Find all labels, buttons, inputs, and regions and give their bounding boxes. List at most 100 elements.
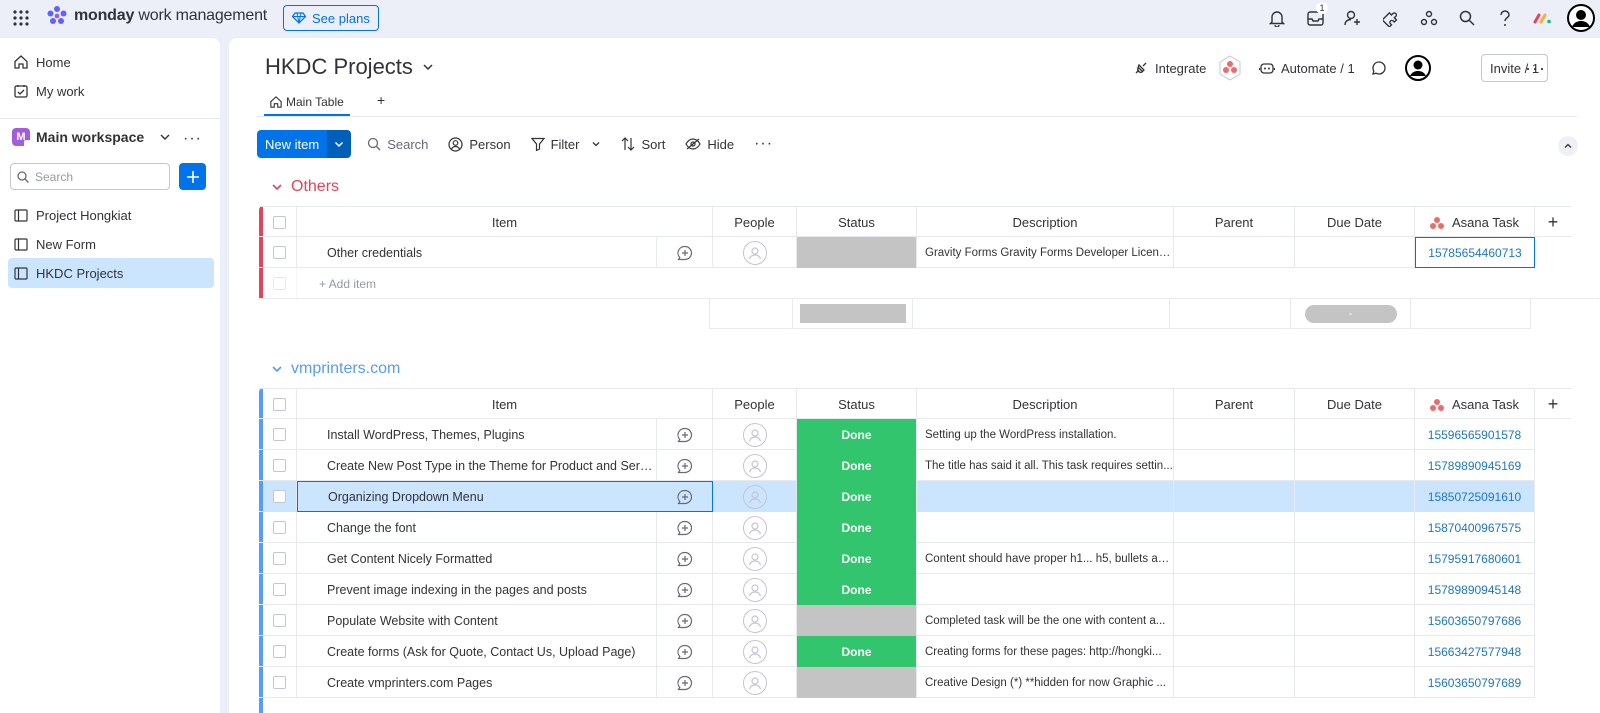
due-date-cell[interactable]	[1295, 512, 1415, 543]
status-cell[interactable]: Done	[797, 574, 917, 605]
board-title[interactable]: HKDC Projects	[265, 54, 435, 80]
profile-avatar-icon[interactable]	[1562, 0, 1600, 36]
sidebar-board-project-hongkiat[interactable]: Project Hongkiat	[8, 200, 214, 230]
people-cell[interactable]	[713, 543, 797, 574]
parent-cell[interactable]	[1174, 450, 1295, 481]
column-header-item[interactable]: Item	[297, 389, 713, 420]
parent-cell[interactable]	[1174, 512, 1295, 543]
new-item-label[interactable]: New item	[257, 130, 328, 158]
status-cell[interactable]	[797, 667, 917, 698]
parent-cell[interactable]	[1174, 419, 1295, 450]
item-cell[interactable]: Get Content Nicely Formatted	[297, 543, 657, 574]
due-date-cell[interactable]	[1295, 450, 1415, 481]
status-cell[interactable]: Done	[797, 512, 917, 543]
people-cell[interactable]	[713, 512, 797, 543]
column-header-status[interactable]: Status	[797, 207, 917, 238]
table-row[interactable]: Populate Website with Content Completed t…	[259, 605, 1535, 636]
workspace-selector[interactable]: M Main workspace	[12, 128, 172, 149]
status-cell[interactable]: Done	[797, 419, 917, 450]
add-board-button[interactable]	[179, 163, 206, 190]
new-item-button[interactable]: New item	[257, 130, 352, 158]
integrate-button[interactable]: Integrate	[1133, 54, 1244, 82]
column-header-due-date[interactable]: Due Date	[1295, 389, 1415, 420]
integrations-icon[interactable]	[1410, 0, 1448, 36]
add-update-icon[interactable]	[657, 574, 713, 605]
filter-button[interactable]: Filter	[521, 130, 612, 158]
add-update-icon[interactable]	[657, 636, 713, 667]
parent-cell[interactable]	[1174, 574, 1295, 605]
people-cell[interactable]	[713, 667, 797, 698]
due-date-cell[interactable]	[1295, 667, 1415, 698]
parent-cell[interactable]	[1174, 605, 1295, 636]
item-cell[interactable]: Install WordPress, Themes, Plugins	[297, 419, 657, 450]
description-cell[interactable]: Gravity Forms Gravity Forms Developer Li…	[917, 237, 1174, 268]
status-cell[interactable]	[797, 605, 917, 636]
table-row[interactable]: Create forms (Ask for Quote, Contact Us,…	[259, 636, 1535, 667]
people-cell[interactable]	[713, 605, 797, 636]
collapse-header-icon[interactable]	[1558, 136, 1578, 156]
automate-button[interactable]: Automate / 1	[1259, 54, 1355, 82]
asana-task-cell[interactable]: 15596565901578	[1415, 419, 1535, 450]
item-cell[interactable]: Create vmprinters.com Pages	[297, 667, 657, 698]
search-icon[interactable]	[1448, 0, 1486, 36]
sidebar-search-input[interactable]	[35, 169, 155, 184]
sidebar-board-new-form[interactable]: New Form	[8, 229, 214, 259]
row-checkbox[interactable]	[263, 237, 297, 268]
column-header-asana-task[interactable]: Asana Task	[1415, 389, 1535, 420]
due-date-cell[interactable]	[1295, 605, 1415, 636]
inbox-icon[interactable]: 1	[1296, 0, 1334, 36]
workspace-more-icon[interactable]: ···	[183, 130, 202, 148]
description-cell[interactable]: Completed task will be the one with cont…	[917, 605, 1174, 636]
parent-cell[interactable]	[1174, 667, 1295, 698]
asana-task-cell[interactable]: 15663427577948	[1415, 636, 1535, 667]
column-header-description[interactable]: Description	[917, 389, 1174, 420]
row-checkbox[interactable]	[263, 636, 297, 667]
parent-cell[interactable]	[1174, 543, 1295, 574]
people-cell[interactable]	[713, 450, 797, 481]
sidebar-board-hkdc-projects[interactable]: HKDC Projects	[8, 258, 214, 288]
column-header-people[interactable]: People	[713, 389, 797, 420]
due-date-cell[interactable]	[1295, 419, 1415, 450]
add-update-icon[interactable]	[657, 481, 713, 512]
add-column-button[interactable]: +	[1535, 207, 1571, 238]
column-header-parent[interactable]: Parent	[1174, 389, 1295, 420]
apps-grid-icon[interactable]	[12, 9, 30, 27]
parent-cell[interactable]	[1174, 636, 1295, 667]
row-checkbox[interactable]	[263, 574, 297, 605]
hide-button[interactable]: Hide	[675, 130, 744, 158]
monday-apps-icon[interactable]	[1524, 0, 1562, 36]
table-row[interactable]: Create New Post Type in the Theme for Pr…	[259, 450, 1535, 481]
tab-main-table[interactable]: Main Table	[264, 90, 350, 116]
table-row[interactable]: Get Content Nicely Formatted Done Content …	[259, 543, 1535, 574]
help-icon[interactable]	[1486, 0, 1524, 36]
item-cell[interactable]: Other credentials	[297, 237, 657, 268]
table-row[interactable]: Install WordPress, Themes, Plugins Done Se…	[259, 419, 1535, 450]
people-cell[interactable]	[713, 636, 797, 667]
description-cell[interactable]: Creating forms for these pages: http://h…	[917, 636, 1174, 667]
new-item-dropdown[interactable]	[327, 130, 352, 158]
description-cell[interactable]	[917, 574, 1174, 605]
column-header-description[interactable]: Description	[917, 207, 1174, 238]
people-cell[interactable]	[713, 481, 797, 512]
add-item-input[interactable]: + Add item	[297, 268, 1597, 299]
table-row[interactable]: Prevent image indexing in the pages and …	[259, 574, 1535, 605]
asana-task-cell[interactable]: 15789890945169	[1415, 450, 1535, 481]
description-cell[interactable]: Content should have proper h1... h5, bul…	[917, 543, 1174, 574]
description-cell[interactable]: Creative Design (*) **hidden for now Gra…	[917, 667, 1174, 698]
row-checkbox[interactable]	[263, 512, 297, 543]
column-header-parent[interactable]: Parent	[1174, 207, 1295, 238]
description-cell[interactable]	[917, 512, 1174, 543]
add-update-icon[interactable]	[657, 512, 713, 543]
column-header-people[interactable]: People	[713, 207, 797, 238]
column-header-due-date[interactable]: Due Date	[1295, 207, 1415, 238]
row-checkbox[interactable]	[263, 605, 297, 636]
column-header-item[interactable]: Item	[297, 207, 713, 238]
status-cell[interactable]: Done	[797, 636, 917, 667]
status-cell[interactable]: Done	[797, 481, 917, 512]
status-cell[interactable]	[797, 237, 917, 268]
apps-puzzle-icon[interactable]	[1372, 0, 1410, 36]
add-item-row[interactable]: + Add item	[259, 268, 1599, 299]
item-cell[interactable]: Prevent image indexing in the pages and …	[297, 574, 657, 605]
select-all-checkbox[interactable]	[263, 207, 297, 238]
search-button[interactable]: Search	[357, 130, 438, 158]
